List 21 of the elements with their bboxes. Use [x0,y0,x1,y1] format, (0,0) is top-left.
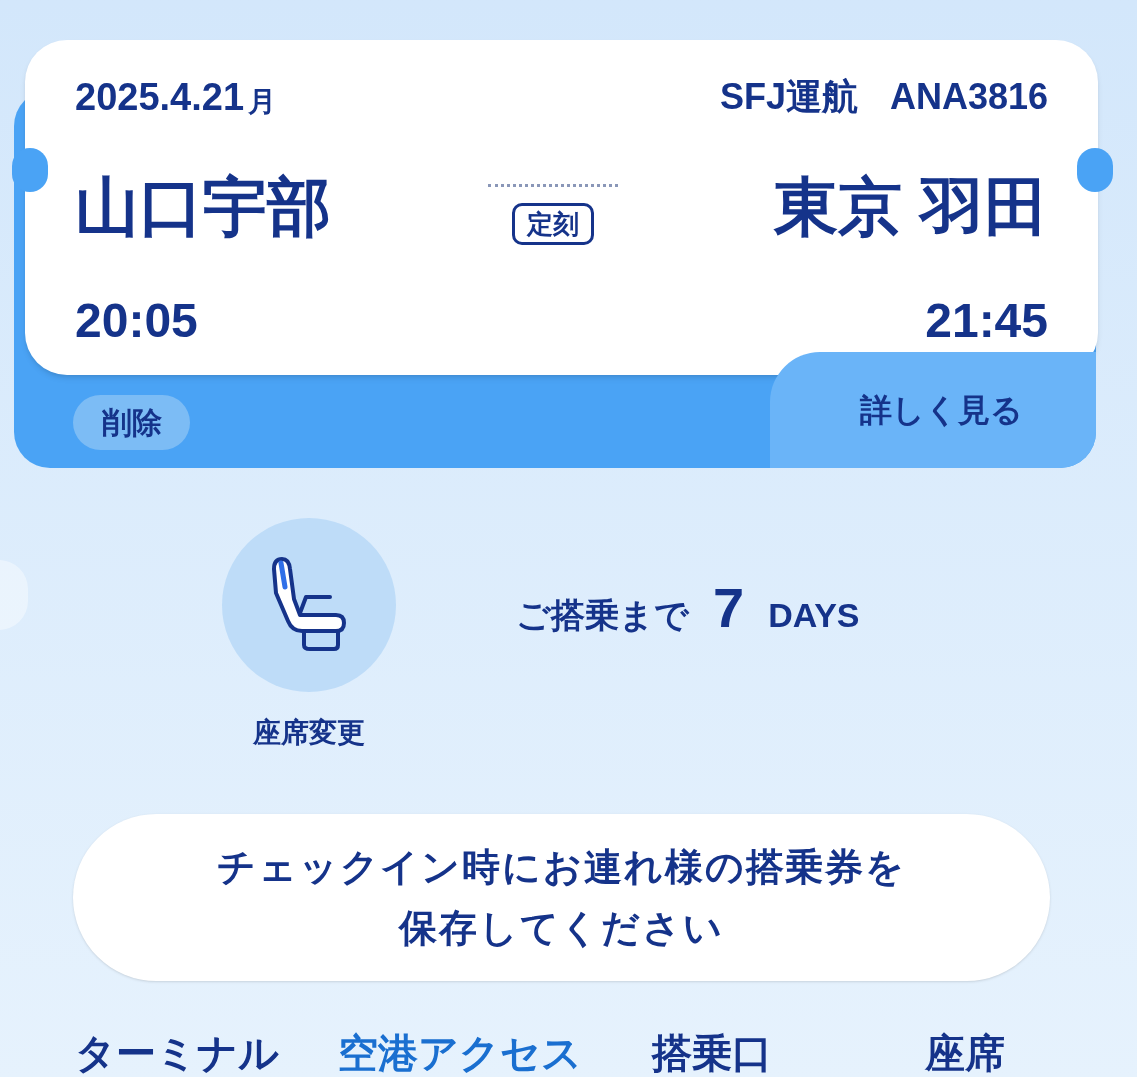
countdown-number: 7 [713,580,745,636]
notice-text: チェックイン時にお連れ様の搭乗券を保存してください [215,844,908,951]
operator: SFJ運航 [719,79,858,115]
destination-airport: 東京 羽田 [774,174,1048,239]
flight-number: ANA3816 [889,79,1048,115]
countdown-label: ご搭乗まで [516,595,689,636]
tab[interactable]: ターミナル [75,1033,279,1073]
departure-time: 20:05 [75,297,198,345]
details-button[interactable]: 詳しく見る [770,352,1096,468]
weekday: 月 [248,88,277,116]
delete-button[interactable]: 削除 [73,395,190,450]
tab[interactable]: 搭乗口 [652,1033,772,1073]
ticket-notch [1077,148,1113,192]
countdown-unit: DAYS [768,595,860,636]
status-badge: 定刻 [511,202,594,246]
flight-date: 2025.4.21 [75,78,245,116]
seat-change-label: 座席変更 [253,716,365,750]
tab[interactable]: 空港アクセス [338,1033,582,1073]
tab[interactable]: 座席 [925,1033,1005,1073]
arrival-time: 21:45 [925,297,1048,345]
origin-airport: 山口宇部 [75,174,331,239]
